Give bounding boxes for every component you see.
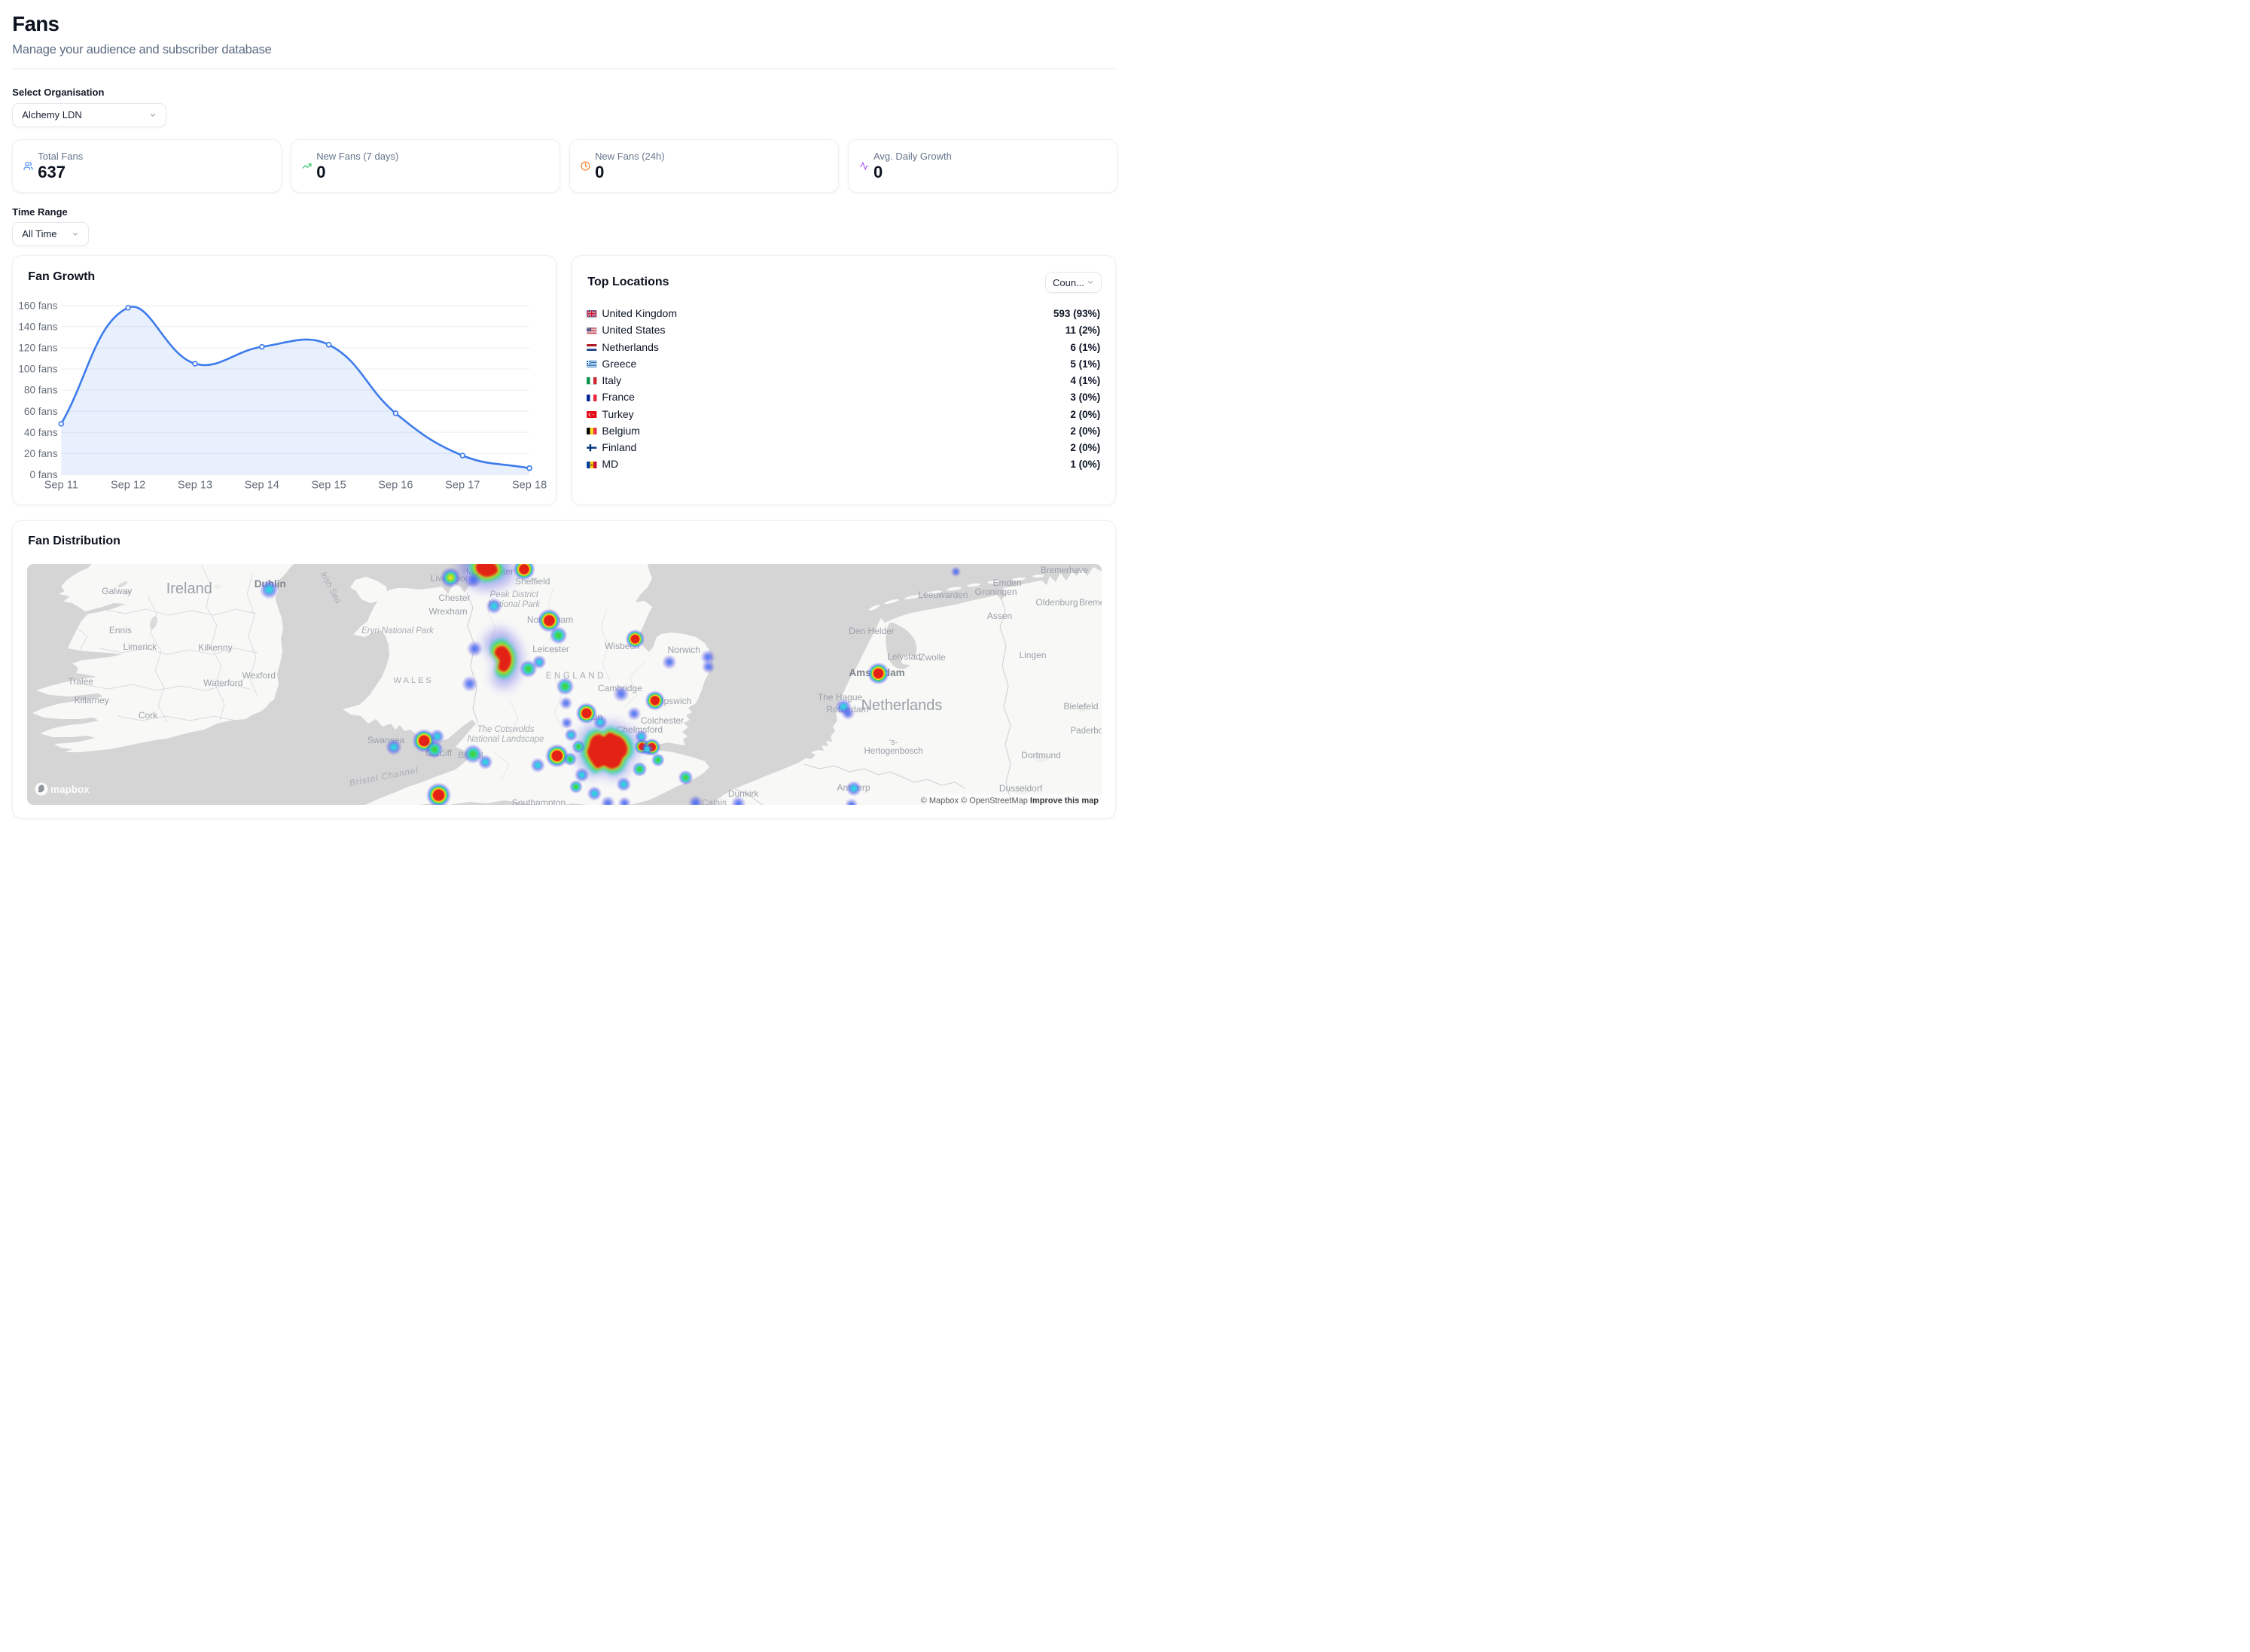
- svg-text:Galway: Galway: [102, 586, 133, 596]
- svg-text:Sep 18: Sep 18: [512, 479, 547, 491]
- svg-text:80 fans: 80 fans: [24, 384, 58, 395]
- svg-text:Zwolle: Zwolle: [919, 652, 946, 663]
- svg-text:Breme: Breme: [1079, 599, 1102, 608]
- svg-text:160 fans: 160 fans: [19, 300, 58, 311]
- svg-text:120 fans: 120 fans: [19, 342, 58, 353]
- svg-text:Sep 15: Sep 15: [312, 479, 346, 491]
- svg-text:60 fans: 60 fans: [24, 405, 58, 416]
- svg-text:Limerick: Limerick: [123, 642, 158, 652]
- svg-text:Dusseldorf: Dusseldorf: [999, 783, 1043, 794]
- svg-text:Bielefeld: Bielefeld: [1064, 701, 1099, 712]
- svg-text:Sep 16: Sep 16: [379, 479, 413, 491]
- svg-text:Oldenburg: Oldenburg: [1036, 597, 1078, 608]
- svg-text:mapbox: mapbox: [50, 784, 90, 795]
- svg-text:Dunkirk: Dunkirk: [728, 788, 760, 799]
- svg-text:100 fans: 100 fans: [19, 363, 58, 374]
- svg-text:Dortmund: Dortmund: [1021, 750, 1061, 760]
- svg-text:Wrexham: Wrexham: [429, 606, 468, 617]
- svg-text:Lingen: Lingen: [1020, 650, 1047, 660]
- svg-text:Hertogenbosch: Hertogenbosch: [864, 747, 923, 756]
- svg-text:140 fans: 140 fans: [19, 321, 58, 332]
- svg-text:Den Helder: Den Helder: [849, 626, 895, 636]
- svg-text:Assen: Assen: [987, 611, 1012, 621]
- svg-text:Killarney: Killarney: [75, 695, 109, 706]
- svg-text:40 fans: 40 fans: [24, 426, 58, 437]
- svg-text:National Landscape: National Landscape: [468, 735, 544, 744]
- svg-text:Chester: Chester: [439, 593, 471, 603]
- svg-text:Sep 17: Sep 17: [445, 479, 480, 491]
- svg-text:Sep 14: Sep 14: [245, 479, 279, 491]
- svg-text:Eryri National Park: Eryri National Park: [361, 626, 434, 636]
- svg-text:Waterford: Waterford: [203, 678, 242, 688]
- svg-text:The Cotswolds: The Cotswolds: [477, 725, 535, 734]
- svg-text:Leeuwarden: Leeuwarden: [919, 590, 968, 600]
- svg-text:Netherlands: Netherlands: [861, 697, 943, 714]
- svg-text:Peak District: Peak District: [490, 590, 539, 599]
- svg-text:© Mapbox © OpenStreetMap Impro: © Mapbox © OpenStreetMap Improve this ma…: [921, 796, 1099, 805]
- svg-text:Norwich: Norwich: [668, 645, 700, 655]
- svg-text:Wexford: Wexford: [242, 670, 276, 681]
- svg-text:Bremerhave: Bremerhave: [1041, 566, 1088, 575]
- svg-text:Kilkenny: Kilkenny: [199, 642, 233, 653]
- svg-text:Sep 12: Sep 12: [111, 479, 145, 491]
- svg-text:Sep 13: Sep 13: [178, 479, 212, 491]
- svg-text:'s-: 's-: [889, 738, 898, 747]
- svg-text:Leicester: Leicester: [533, 644, 570, 654]
- svg-text:Lelystad: Lelystad: [887, 651, 921, 662]
- svg-text:Ipswich: Ipswich: [662, 696, 692, 706]
- svg-text:Sep 11: Sep 11: [44, 479, 78, 491]
- svg-text:20 fans: 20 fans: [24, 448, 58, 459]
- svg-text:Tralee: Tralee: [69, 676, 94, 687]
- svg-text:ENGLAND: ENGLAND: [546, 672, 606, 681]
- svg-text:Calais: Calais: [702, 797, 727, 805]
- svg-text:Paderbo: Paderbo: [1071, 727, 1102, 736]
- svg-text:Cork: Cork: [139, 710, 158, 721]
- svg-text:Groningen: Groningen: [975, 587, 1017, 597]
- svg-text:Southampton: Southampton: [512, 797, 566, 805]
- svg-text:Ennis: Ennis: [109, 625, 132, 636]
- svg-text:Emden: Emden: [993, 578, 1022, 588]
- svg-text:Ireland: Ireland: [166, 581, 212, 597]
- svg-text:WALES: WALES: [394, 676, 434, 685]
